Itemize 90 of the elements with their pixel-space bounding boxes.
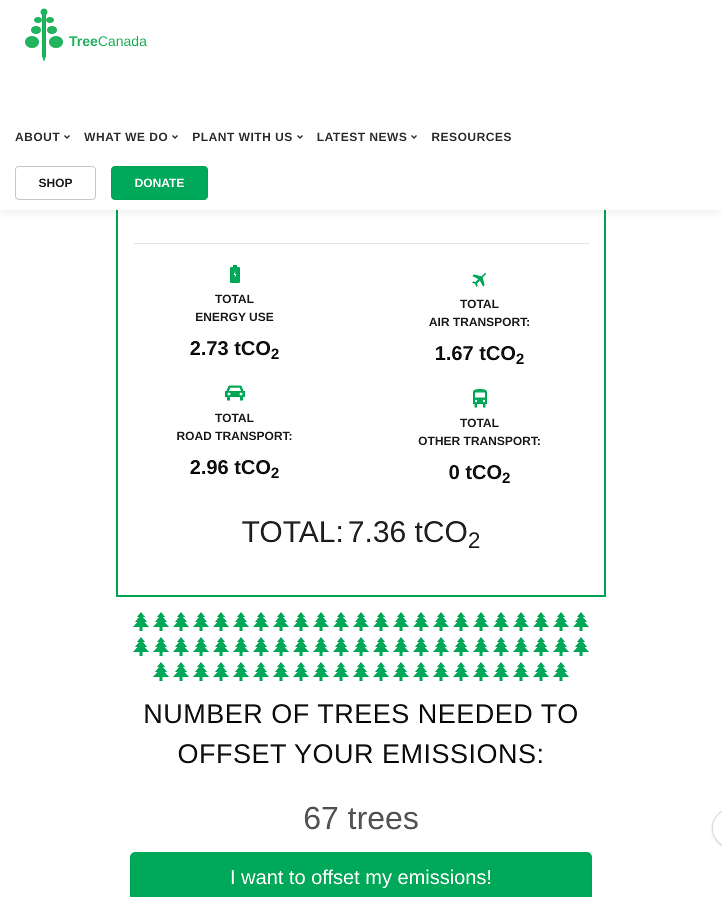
tree-icon [151,636,171,657]
result-label: TOTAL ROAD TRANSPORT: [176,410,292,445]
result-value: 2.73 tCO$_{2}$ [190,337,280,364]
tree-icon [491,611,511,632]
tree-icon [251,661,271,682]
tree-icon [151,611,171,632]
tree-icon [191,661,211,682]
tree-icon [251,636,271,657]
tree-icon [191,611,211,632]
tree-icon [451,611,471,632]
tree-icon [491,636,511,657]
tree-icon [211,636,231,657]
tree-icon [131,611,151,632]
tree-icon [571,636,591,657]
tree-icon [451,636,471,657]
tree-icon [391,636,411,657]
result-value: 1.67 tCO$_{2}$ [434,342,524,369]
tree-icon [211,661,231,682]
tree-icon [311,661,331,682]
tree-icon [451,661,471,682]
nav-link[interactable]: LATEST NEWS [316,128,418,146]
nav-link[interactable]: ABOUT [15,128,70,146]
tree-icon [491,661,511,682]
tree-icon [531,611,551,632]
battery-icon [230,265,240,283]
tree-icon [171,636,191,657]
tree-icon [551,636,571,657]
nav-link[interactable]: PLANT WITH US [192,128,303,146]
airplane-icon [470,270,489,288]
tree-icon [391,611,411,632]
tree-icon [511,611,531,632]
tree-icon [311,611,331,632]
tree-icon [331,636,351,657]
tree-icon [191,636,211,657]
tree-icon [331,611,351,632]
tree-logo-icon [25,8,63,62]
result-label: TOTAL AIR TRANSPORT: [428,296,530,331]
tree-icon [411,661,431,682]
tree-icon [511,661,531,682]
tree-icon [551,661,571,682]
tree-icon [371,636,391,657]
tree-icon [431,661,451,682]
tree-icon [571,611,591,632]
tree-icon [271,661,291,682]
tree-icon [271,611,291,632]
total-text: TOTAL:7.36 tCO$_{2}$ [242,515,480,555]
tree-icon [151,661,171,682]
tree-icon [511,636,531,657]
heading-line: NUMBER OF TREES NEEDED TO [143,698,579,731]
tree-icon [391,661,411,682]
tree-icon [351,611,371,632]
tree-icon [411,636,431,657]
tree-icon [311,636,331,657]
tree-icon [371,611,391,632]
tree-icon [531,636,551,657]
tree-icon [351,661,371,682]
tree-icon [431,611,451,632]
tree-icon [231,636,251,657]
tree-icon [531,661,551,682]
tree-icon [291,636,311,657]
tree-icon [271,636,291,657]
result-value: 0 tCO$_{2}$ [448,461,510,488]
car-icon [224,385,246,401]
bus-icon [472,388,488,408]
tree-icon [331,661,351,682]
tree-icon [471,636,491,657]
tree-icon [211,611,231,632]
tree-count: 67 trees [303,799,419,838]
tree-icon [251,611,271,632]
tree-icon [371,661,391,682]
tree-icon [291,611,311,632]
result-value: 2.96 tCO$_{2}$ [190,456,280,483]
tree-icon [471,611,491,632]
tree-icon [411,611,431,632]
tree-icon [231,661,251,682]
tree-icon [171,661,191,682]
tree-icon [471,661,491,682]
tree-icon [291,661,311,682]
tree-icon [551,611,571,632]
tree-icon [131,636,151,657]
shop-button[interactable]: SHOP [15,166,96,200]
nav-link[interactable]: RESOURCES [431,128,512,146]
heading-line: OFFSET YOUR EMISSIONS: [177,738,545,771]
tree-icon [171,611,191,632]
result-label: TOTAL OTHER TRANSPORT: [418,415,541,450]
tree-icon [431,636,451,657]
result-label: TOTAL ENERGY USE [195,291,274,326]
tree-icon [231,611,251,632]
nav-link[interactable]: WHAT WE DO [84,128,178,146]
tree-icon [351,636,371,657]
